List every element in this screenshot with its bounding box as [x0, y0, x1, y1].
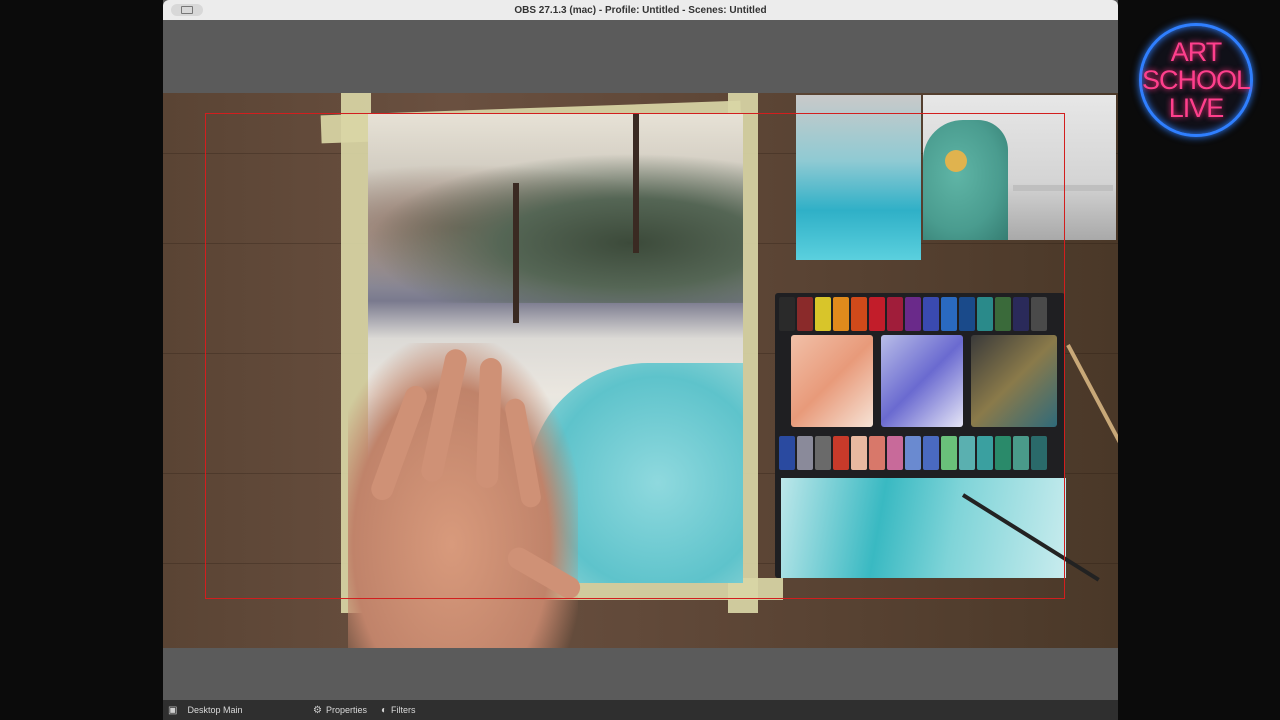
properties-label: Properties	[325, 705, 367, 715]
gear-icon: ⚙	[313, 704, 322, 716]
paint-brush	[1066, 344, 1118, 470]
source-selection-frame[interactable]	[205, 113, 1065, 599]
title-bar[interactable]: OBS 27.1.3 (mac) - Profile: Untitled - S…	[163, 0, 1118, 20]
logo-line-1: ART	[1170, 37, 1223, 67]
preview-area[interactable]	[163, 20, 1118, 700]
logo-line-3: LIVE	[1168, 93, 1225, 123]
preview-canvas[interactable]	[163, 93, 1118, 648]
window-title: OBS 27.1.3 (mac) - Profile: Untitled - S…	[514, 4, 767, 16]
filter-icon: ◐	[381, 704, 388, 716]
left-background	[0, 0, 163, 720]
filters-button[interactable]: ◐ Filters	[381, 705, 416, 716]
source-name: Desktop Main	[187, 705, 243, 715]
window-sidebar-toggle-button[interactable]	[171, 4, 203, 16]
filters-label: Filters	[391, 705, 416, 715]
source-selector[interactable]: ▣ Desktop Main	[168, 705, 242, 716]
art-school-live-logo: ART SCHOOL LIVE	[1139, 23, 1253, 137]
obs-window: OBS 27.1.3 (mac) - Profile: Untitled - S…	[163, 0, 1118, 720]
logo-line-2: SCHOOL	[1141, 65, 1251, 95]
properties-button[interactable]: ⚙ Properties	[313, 705, 367, 716]
monitor-icon: ▣	[168, 704, 178, 716]
sidebar-icon	[181, 6, 193, 14]
source-toolbar: ▣ Desktop Main ⚙ Properties ◐ Filters	[163, 700, 1118, 720]
